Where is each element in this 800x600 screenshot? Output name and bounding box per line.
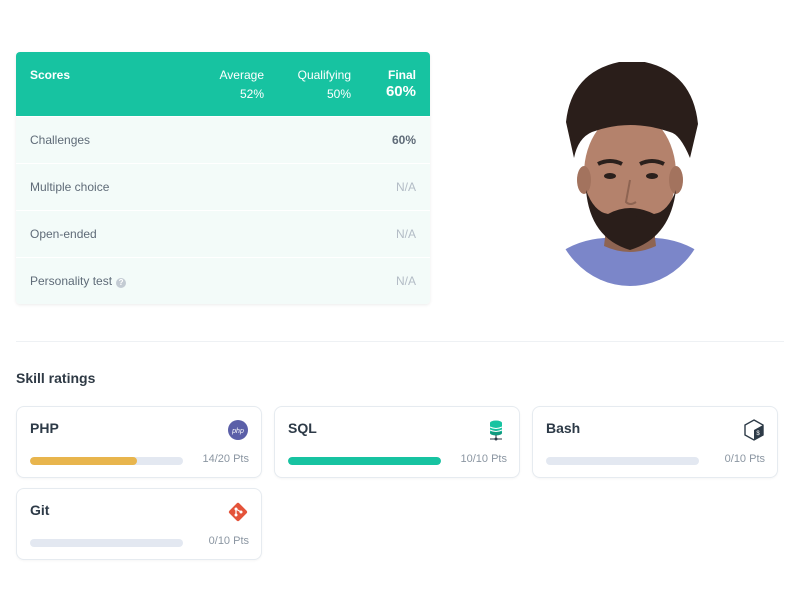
skill-card-php[interactable]: PHP php 14/20 Pts: [16, 406, 262, 478]
score-row-label: Personality test: [30, 274, 113, 288]
scores-table: Scores Average 52% Qualifying 50% Final …: [16, 52, 430, 304]
qualifying-label: Qualifying: [297, 68, 351, 82]
score-row-personality-test: Personality test? N/A: [16, 257, 430, 304]
average-column: Average 52%: [220, 68, 264, 101]
score-row-label: Multiple choice: [30, 180, 110, 194]
score-row-open-ended: Open-ended N/A: [16, 210, 430, 257]
final-value: 60%: [385, 83, 416, 100]
avatar: [552, 62, 708, 286]
php-icon: php: [228, 420, 248, 440]
qualifying-value: 50%: [326, 87, 351, 101]
skill-points: 14/20 Pts: [202, 453, 249, 465]
score-row-label: Challenges: [30, 133, 91, 147]
skill-points: 0/10 Pts: [724, 453, 765, 465]
final-column: Final 60%: [386, 68, 416, 99]
score-row-label-wrap: Personality test?: [30, 274, 127, 288]
skill-progress-fill: [288, 457, 441, 465]
bash-icon: $: [744, 419, 764, 441]
score-row-value: 60%: [391, 133, 416, 147]
skill-card-sql[interactable]: SQL 10/10 Pts: [274, 406, 520, 478]
skill-ratings-title: Skill ratings: [16, 370, 96, 386]
svg-text:php: php: [231, 428, 244, 435]
average-value: 52%: [239, 87, 264, 101]
score-row-multiple-choice: Multiple choice N/A: [16, 163, 430, 210]
svg-text:$: $: [756, 430, 760, 437]
skill-progress-bar: [546, 457, 699, 465]
qualifying-column: Qualifying 50%: [298, 68, 351, 101]
scores-title: Scores: [30, 68, 71, 82]
section-divider: [16, 341, 784, 342]
help-icon[interactable]: ?: [116, 278, 127, 288]
skill-progress-bar: [30, 539, 183, 547]
skill-points: 0/10 Pts: [208, 535, 249, 547]
skill-progress-bar: [288, 457, 441, 465]
average-label: Average: [219, 68, 264, 82]
skill-progress-fill: [30, 457, 138, 465]
skill-name: SQL: [288, 420, 317, 436]
skill-card-bash[interactable]: Bash $ 0/10 Pts: [532, 406, 778, 478]
score-row-value: N/A: [395, 274, 416, 288]
skill-name: PHP: [30, 420, 59, 436]
skill-name: Git: [30, 502, 50, 518]
score-row-label: Open-ended: [30, 227, 97, 241]
score-row-value: N/A: [395, 180, 416, 194]
final-label: Final: [387, 68, 416, 82]
scores-header: Scores Average 52% Qualifying 50% Final …: [16, 52, 430, 116]
score-row-challenges: Challenges 60%: [16, 116, 430, 163]
skill-progress-bar: [30, 457, 183, 465]
score-row-value: N/A: [395, 227, 416, 241]
skill-card-git[interactable]: Git 0/10 Pts: [16, 488, 262, 560]
skill-points: 10/10 Pts: [460, 453, 507, 465]
git-icon: [228, 502, 248, 522]
database-icon: [489, 420, 503, 441]
skill-name: Bash: [546, 420, 581, 436]
